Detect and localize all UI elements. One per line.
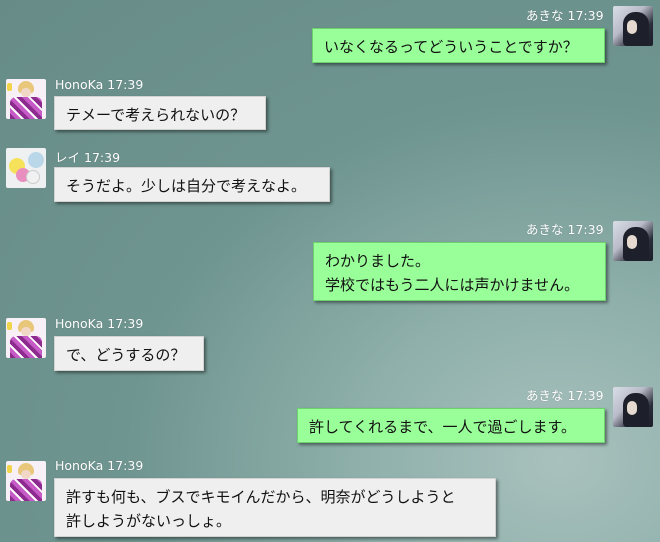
- message-text: いなくなるってどういうことですか？: [324, 38, 578, 56]
- message-time: 17:39: [107, 316, 144, 331]
- message-text-line-1: わかりました。: [325, 252, 431, 270]
- akina-avatar-icon[interactable]: [613, 221, 653, 261]
- honoka-avatar-icon[interactable]: [6, 318, 46, 358]
- message-time: 17:39: [567, 388, 604, 403]
- message-text: 許してくれるまで、一人で過ごします。: [309, 418, 577, 436]
- message-meta: あきな 17:39: [526, 385, 604, 404]
- message-meta: あきな 17:39: [526, 219, 604, 238]
- sender-name: あきな: [526, 388, 564, 403]
- message-time: 17:39: [107, 458, 144, 473]
- message-bubble: いなくなるってどういうことですか？: [312, 28, 605, 63]
- message-time: 17:39: [567, 222, 604, 237]
- akina-avatar-icon[interactable]: [613, 387, 653, 427]
- message-bubble: わかりました。 学校ではもう二人には声かけません。: [313, 242, 606, 301]
- sender-name: あきな: [526, 8, 564, 23]
- message-meta: HonoKa 17:39: [55, 77, 143, 92]
- message-meta: HonoKa 17:39: [55, 458, 143, 473]
- message-bubble: そうだよ。少しは自分で考えなよ。: [54, 167, 330, 202]
- message-bubble: 許すも何も、ブスでキモイんだから、明奈がどうしようと 許しようがないっしょ。: [54, 478, 496, 537]
- message-text-line-2: 学校ではもう二人には声かけません。: [325, 276, 580, 294]
- sender-name: HonoKa: [55, 458, 104, 473]
- message-text: テメーで考えられないの？: [66, 106, 246, 124]
- rei-avatar-icon[interactable]: [6, 148, 46, 188]
- message-time: 17:39: [107, 77, 144, 92]
- message-bubble: 許してくれるまで、一人で過ごします。: [297, 408, 605, 443]
- message-time: 17:39: [84, 150, 121, 165]
- message-bubble: で、どうするの？: [54, 336, 204, 371]
- message-meta: HonoKa 17:39: [55, 316, 143, 331]
- honoka-avatar-icon[interactable]: [6, 79, 46, 119]
- message-meta: あきな 17:39: [526, 5, 604, 24]
- message-text-line-2: 許しようがないっしょ。: [66, 512, 232, 530]
- message-meta: レイ 17:39: [55, 147, 120, 166]
- sender-name: レイ: [55, 150, 81, 165]
- honoka-avatar-icon[interactable]: [6, 461, 46, 501]
- message-text: で、どうするの？: [66, 346, 186, 364]
- message-text-line-1: 許すも何も、ブスでキモイんだから、明奈がどうしようと: [66, 488, 456, 506]
- sender-name: あきな: [526, 222, 564, 237]
- sender-name: HonoKa: [55, 316, 104, 331]
- message-text: そうだよ。少しは自分で考えなよ。: [66, 177, 307, 195]
- chat-log: あきな 17:39 いなくなるってどういうことですか？ HonoKa 17:39…: [0, 0, 660, 542]
- message-time: 17:39: [567, 8, 604, 23]
- sender-name: HonoKa: [55, 77, 104, 92]
- akina-avatar-icon[interactable]: [613, 6, 653, 46]
- message-bubble: テメーで考えられないの？: [54, 96, 266, 130]
